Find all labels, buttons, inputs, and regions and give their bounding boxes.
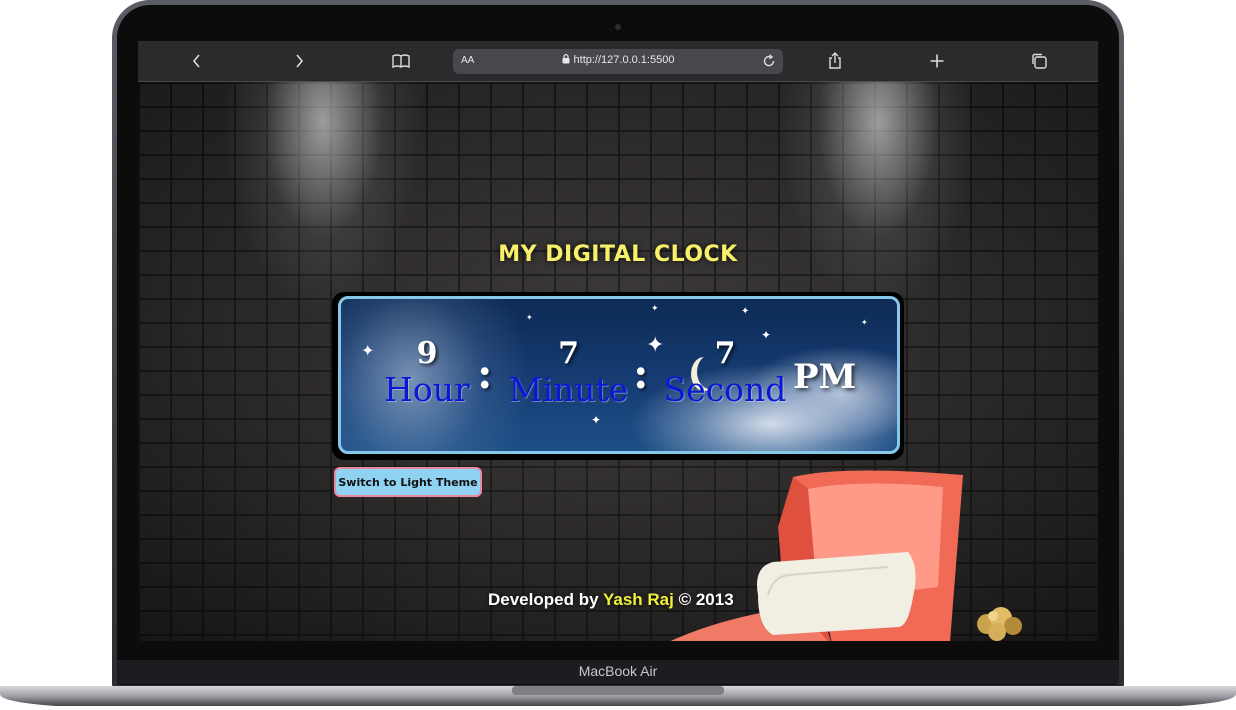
digital-clock: ✦ ✦ ✦ ✦ ✦ ✦ ✦ ✦ 9 Hour : 7 Minute : 7 Se… — [338, 296, 900, 454]
page-title: MY DIGITAL CLOCK — [498, 242, 738, 267]
hour-label: Hour — [384, 370, 470, 409]
star-icon: ✦ — [651, 303, 659, 313]
star-icon: ✦ — [591, 413, 602, 427]
armchair-image — [670, 470, 963, 641]
share-icon[interactable] — [821, 49, 849, 73]
second-label: Second — [663, 370, 787, 409]
forward-icon[interactable] — [285, 49, 313, 73]
minute-label: Minute — [508, 370, 629, 409]
star-icon: ✦ — [741, 306, 750, 317]
separator: : — [477, 349, 493, 398]
star-icon: ✦ — [526, 313, 533, 322]
laptop-base — [0, 686, 1236, 706]
plant-image — [977, 607, 1022, 641]
star-icon: ✦ — [861, 318, 868, 327]
theme-toggle-button[interactable]: Switch to Light Theme — [334, 467, 482, 497]
developer-credit: Developed by Yash Raj © 2013 — [488, 590, 734, 610]
separator: : — [633, 349, 649, 398]
star-icon: ✦ — [361, 343, 375, 360]
back-icon[interactable] — [183, 49, 211, 73]
second-value: 7 — [714, 336, 736, 371]
second-unit: 7 Second — [661, 337, 789, 409]
bookmarks-icon[interactable] — [387, 49, 415, 73]
screen: AA http://127.0.0.1:5500 MY DIGITAL CLOC… — [138, 41, 1098, 641]
hour-value: 9 — [416, 336, 438, 371]
developer-name: Yash Raj — [602, 590, 674, 609]
url-text: http://127.0.0.1:5500 — [573, 54, 675, 66]
address-bar[interactable]: AA http://127.0.0.1:5500 — [453, 49, 783, 74]
camera — [615, 24, 621, 30]
hour-unit: 9 Hour — [381, 337, 473, 409]
ampm-indicator: PM — [793, 357, 857, 397]
credit-suffix: © 2013 — [678, 590, 734, 609]
tabs-icon[interactable] — [1025, 49, 1053, 73]
minute-value: 7 — [558, 336, 579, 371]
device-label: MacBook Air — [578, 663, 658, 679]
browser-toolbar: AA http://127.0.0.1:5500 — [138, 41, 1098, 82]
credit-prefix: Developed by — [488, 590, 599, 609]
reload-icon[interactable] — [761, 53, 777, 69]
new-tab-icon[interactable] — [923, 49, 951, 73]
lock-icon — [562, 54, 570, 64]
minute-unit: 7 Minute — [506, 337, 631, 409]
web-page: MY DIGITAL CLOCK ✦ ✦ ✦ ✦ ✦ ✦ ✦ ✦ 9 Hour … — [138, 82, 1098, 641]
